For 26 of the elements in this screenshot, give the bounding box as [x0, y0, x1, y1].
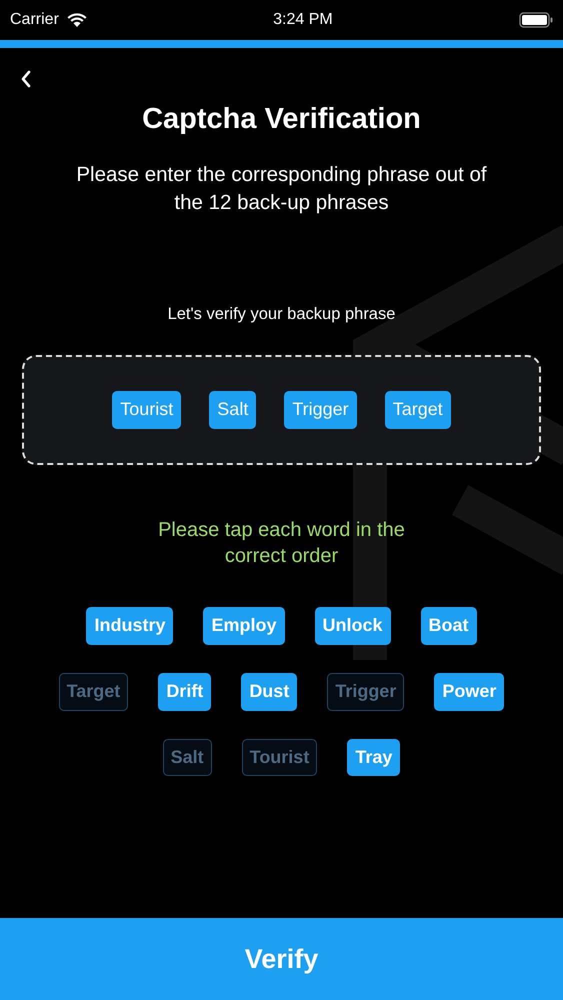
instruction-text: Please tap each word in the correct order: [157, 518, 406, 569]
word-chip[interactable]: Power: [434, 672, 504, 711]
subtitle-text: Please enter the corresponding phrase out of the 12 back-up phrases: [75, 162, 488, 216]
word-chip[interactable]: Employ: [203, 606, 284, 645]
word-chip[interactable]: Trigger: [327, 672, 404, 711]
phrase-word-chip[interactable]: Salt: [209, 391, 256, 429]
verify-label: Let's verify your backup phrase: [166, 304, 396, 326]
phrase-word-chip[interactable]: Target: [384, 391, 451, 429]
phrase-word-chip[interactable]: Trigger: [284, 391, 357, 429]
phrase-word-chip[interactable]: Tourist: [112, 391, 182, 429]
wifi-icon: [66, 12, 87, 28]
word-chip[interactable]: Salt: [162, 738, 212, 776]
word-chip[interactable]: Tray: [347, 738, 400, 776]
verify-button[interactable]: Verify: [0, 918, 563, 1000]
back-icon: [20, 70, 32, 88]
word-chip[interactable]: Unlock: [314, 606, 391, 645]
clock-time: 3:24 PM: [273, 10, 333, 30]
word-chip[interactable]: Target: [58, 672, 128, 711]
battery-icon: [518, 12, 553, 28]
word-chip[interactable]: Industry: [86, 606, 174, 645]
word-chip[interactable]: Tourist: [242, 738, 318, 776]
carrier-label: Carrier: [10, 10, 59, 30]
word-chip[interactable]: Drift: [158, 672, 212, 711]
word-chip[interactable]: Boat: [420, 606, 477, 645]
word-chip[interactable]: Dust: [241, 672, 298, 711]
page-title: Captcha Verification: [141, 102, 422, 137]
